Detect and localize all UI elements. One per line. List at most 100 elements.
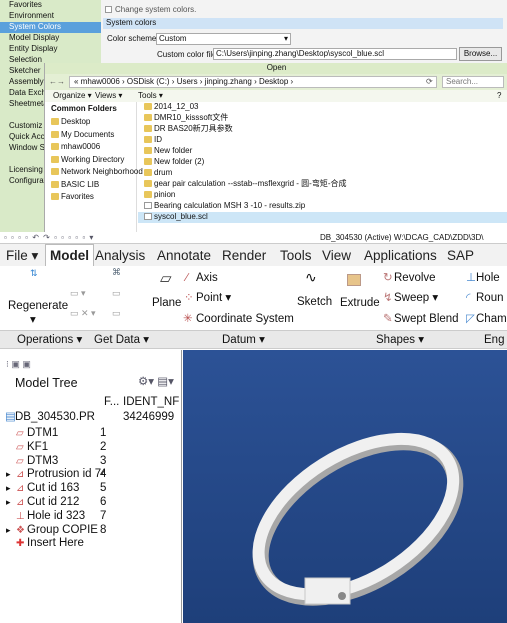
back-icon[interactable]: ← — [49, 77, 57, 87]
sketch-button[interactable]: Sketch — [297, 296, 332, 309]
folder-item[interactable]: Desktop — [45, 117, 136, 130]
folder-item[interactable]: mhaw0006 — [45, 142, 136, 155]
folder-icon — [144, 180, 152, 188]
tree-settings-icon[interactable]: ⚙▾ ▤▾ — [138, 376, 174, 389]
file-icon — [144, 213, 152, 221]
sweep-button[interactable]: Sweep ▾ — [394, 292, 438, 305]
change-colors-checkbox[interactable] — [105, 6, 112, 13]
axis-button[interactable]: Axis — [196, 272, 218, 285]
file-item[interactable]: syscol_blue.scl — [138, 212, 507, 223]
folder-item[interactable]: Working Directory — [45, 155, 136, 168]
file-item[interactable]: ID — [138, 135, 507, 146]
point-button[interactable]: Point ▾ — [196, 292, 231, 305]
breadcrumb[interactable]: « mhaw0006 › OSDisk (C:) › Users › jinpi… — [69, 76, 437, 88]
sketch-icon[interactable]: ∿ — [305, 270, 317, 284]
organize-menu[interactable]: Organize ▾ — [53, 91, 92, 101]
browse-button[interactable]: Browse... — [459, 47, 502, 61]
tab-file[interactable]: File ▾ — [6, 248, 38, 263]
forward-icon[interactable]: → — [57, 77, 65, 87]
tools-menu[interactable]: Tools ▾ — [138, 91, 163, 101]
folder-item[interactable]: My Documents — [45, 130, 136, 143]
file-item[interactable]: New folder — [138, 146, 507, 157]
folder-item[interactable]: BASIC LIB — [45, 180, 136, 193]
options-nav-item[interactable]: Favorites — [0, 0, 101, 11]
extrude-button[interactable]: Extrude — [340, 297, 380, 310]
tree-item-label[interactable]: KF1 — [27, 441, 48, 454]
expand-toggle[interactable]: ▸ — [6, 468, 11, 481]
col-f-header[interactable]: F... — [104, 396, 119, 409]
tree-item-label[interactable]: Cut id 163 — [27, 482, 79, 495]
chamfer-button[interactable]: Cham — [476, 313, 507, 326]
folder-item[interactable]: Network Neighborhood — [45, 167, 143, 180]
group-operations[interactable]: Operations ▾ — [17, 334, 82, 347]
expand-toggle[interactable]: ▸ — [6, 496, 11, 509]
tab-view[interactable]: View — [322, 248, 351, 263]
tree-item-f: 3 — [100, 454, 107, 467]
round-button[interactable]: Roun — [476, 292, 504, 305]
folder-item[interactable]: Favorites — [45, 192, 136, 205]
tree-item-label[interactable]: Insert Here — [27, 537, 84, 550]
scheme-select[interactable]: Custom — [156, 33, 291, 45]
file-item[interactable]: Bearing calculation MSH 3 -10 - results.… — [138, 201, 507, 212]
views-menu[interactable]: Views ▾ — [95, 91, 122, 101]
file-item[interactable]: pinion — [138, 190, 507, 201]
options-nav-item[interactable]: System Colors — [0, 22, 101, 33]
folder-icon — [51, 143, 59, 151]
sub-icon-1[interactable]: ⌘ — [112, 267, 121, 278]
plane-icon[interactable]: ▱ — [160, 271, 172, 286]
group-datum[interactable]: Datum ▾ — [222, 334, 265, 347]
tree-item-label[interactable]: Group COPIE — [27, 524, 98, 537]
file-item[interactable]: DMR10_kisssoft文件 — [138, 113, 507, 124]
refresh-icon[interactable]: ⟳ — [426, 77, 433, 87]
tree-item-label[interactable]: Hole id 323 — [27, 510, 85, 523]
csys-icon: ✳ — [183, 313, 193, 325]
options-nav-item[interactable]: Environment — [0, 11, 101, 22]
file-item[interactable]: DR BAS20新刀具参数 — [138, 124, 507, 135]
tree-item-label[interactable]: Protrusion id 74 — [27, 468, 105, 481]
tab-analysis[interactable]: Analysis — [95, 248, 145, 263]
expand-toggle[interactable]: ▸ — [6, 524, 11, 537]
regenerate-button[interactable]: Regenerate — [8, 300, 68, 313]
file-item[interactable]: drum — [138, 168, 507, 179]
group-engineering[interactable]: Eng — [484, 334, 504, 347]
file-item[interactable]: New folder (2) — [138, 157, 507, 168]
command-bar: Organize ▾ Views ▾ Tools ▾ ? — [45, 90, 507, 102]
file-field[interactable]: C:\Users\jinping.zhang\Desktop\syscol_bl… — [213, 48, 457, 60]
revolve-button[interactable]: Revolve — [394, 272, 436, 285]
tree-item-label[interactable]: Cut id 212 — [27, 496, 79, 509]
folder-icon — [51, 168, 59, 176]
folder-label: Network Neighborhood — [61, 167, 143, 176]
file-item[interactable]: 2014_12_03 — [138, 102, 507, 113]
help-icon[interactable]: ? — [497, 91, 501, 101]
tree-root[interactable]: DB_304530.PR — [15, 411, 95, 424]
options-nav-item[interactable]: Model Display — [0, 33, 101, 44]
file-item[interactable]: gear pair calculation --sstab--msflexgri… — [138, 179, 507, 190]
group-shapes[interactable]: Shapes ▾ — [376, 334, 424, 347]
extrude-icon[interactable] — [347, 274, 361, 286]
expand-toggle[interactable]: ▸ — [6, 482, 11, 495]
tree-item-label[interactable]: DTM3 — [27, 455, 58, 468]
graphics-viewport[interactable] — [183, 350, 507, 623]
sub-icon-3[interactable]: ▭ — [112, 288, 121, 299]
tab-render[interactable]: Render — [222, 248, 266, 263]
tab-applications[interactable]: Applications — [364, 248, 437, 263]
toolbar-icons[interactable]: ▫ ▫ ▫ ▫ ↶ ↷ ▫ ▫ ▫ ▫ ▫ ▾ — [4, 233, 94, 243]
plane-button[interactable]: Plane — [152, 297, 181, 310]
tree-tool-icons[interactable]: ⁝ ▣ ▣ — [6, 359, 31, 370]
tab-model[interactable]: Model — [45, 244, 94, 266]
tree-item-label[interactable]: DTM1 — [27, 427, 58, 440]
hole-button[interactable]: Hole — [476, 272, 500, 285]
sub-icon-4[interactable]: ▭ ✕ ▾ — [70, 308, 96, 319]
tab-sap[interactable]: SAP — [447, 248, 474, 263]
options-nav-item[interactable]: Entity Display — [0, 44, 101, 55]
csys-button[interactable]: Coordinate System — [196, 313, 294, 326]
sub-icon-2[interactable]: ▭ ▾ — [70, 288, 86, 299]
group-get-data[interactable]: Get Data ▾ — [94, 334, 149, 347]
regen-icon[interactable]: ⇅ — [30, 268, 38, 279]
swept-blend-button[interactable]: Swept Blend — [394, 313, 459, 326]
search-input[interactable]: Search... — [442, 76, 504, 88]
col-ident-header[interactable]: IDENT_NF — [123, 396, 179, 409]
sub-icon-5[interactable]: ▭ — [112, 308, 121, 319]
tab-tools[interactable]: Tools — [280, 248, 312, 263]
tab-annotate[interactable]: Annotate — [157, 248, 211, 263]
